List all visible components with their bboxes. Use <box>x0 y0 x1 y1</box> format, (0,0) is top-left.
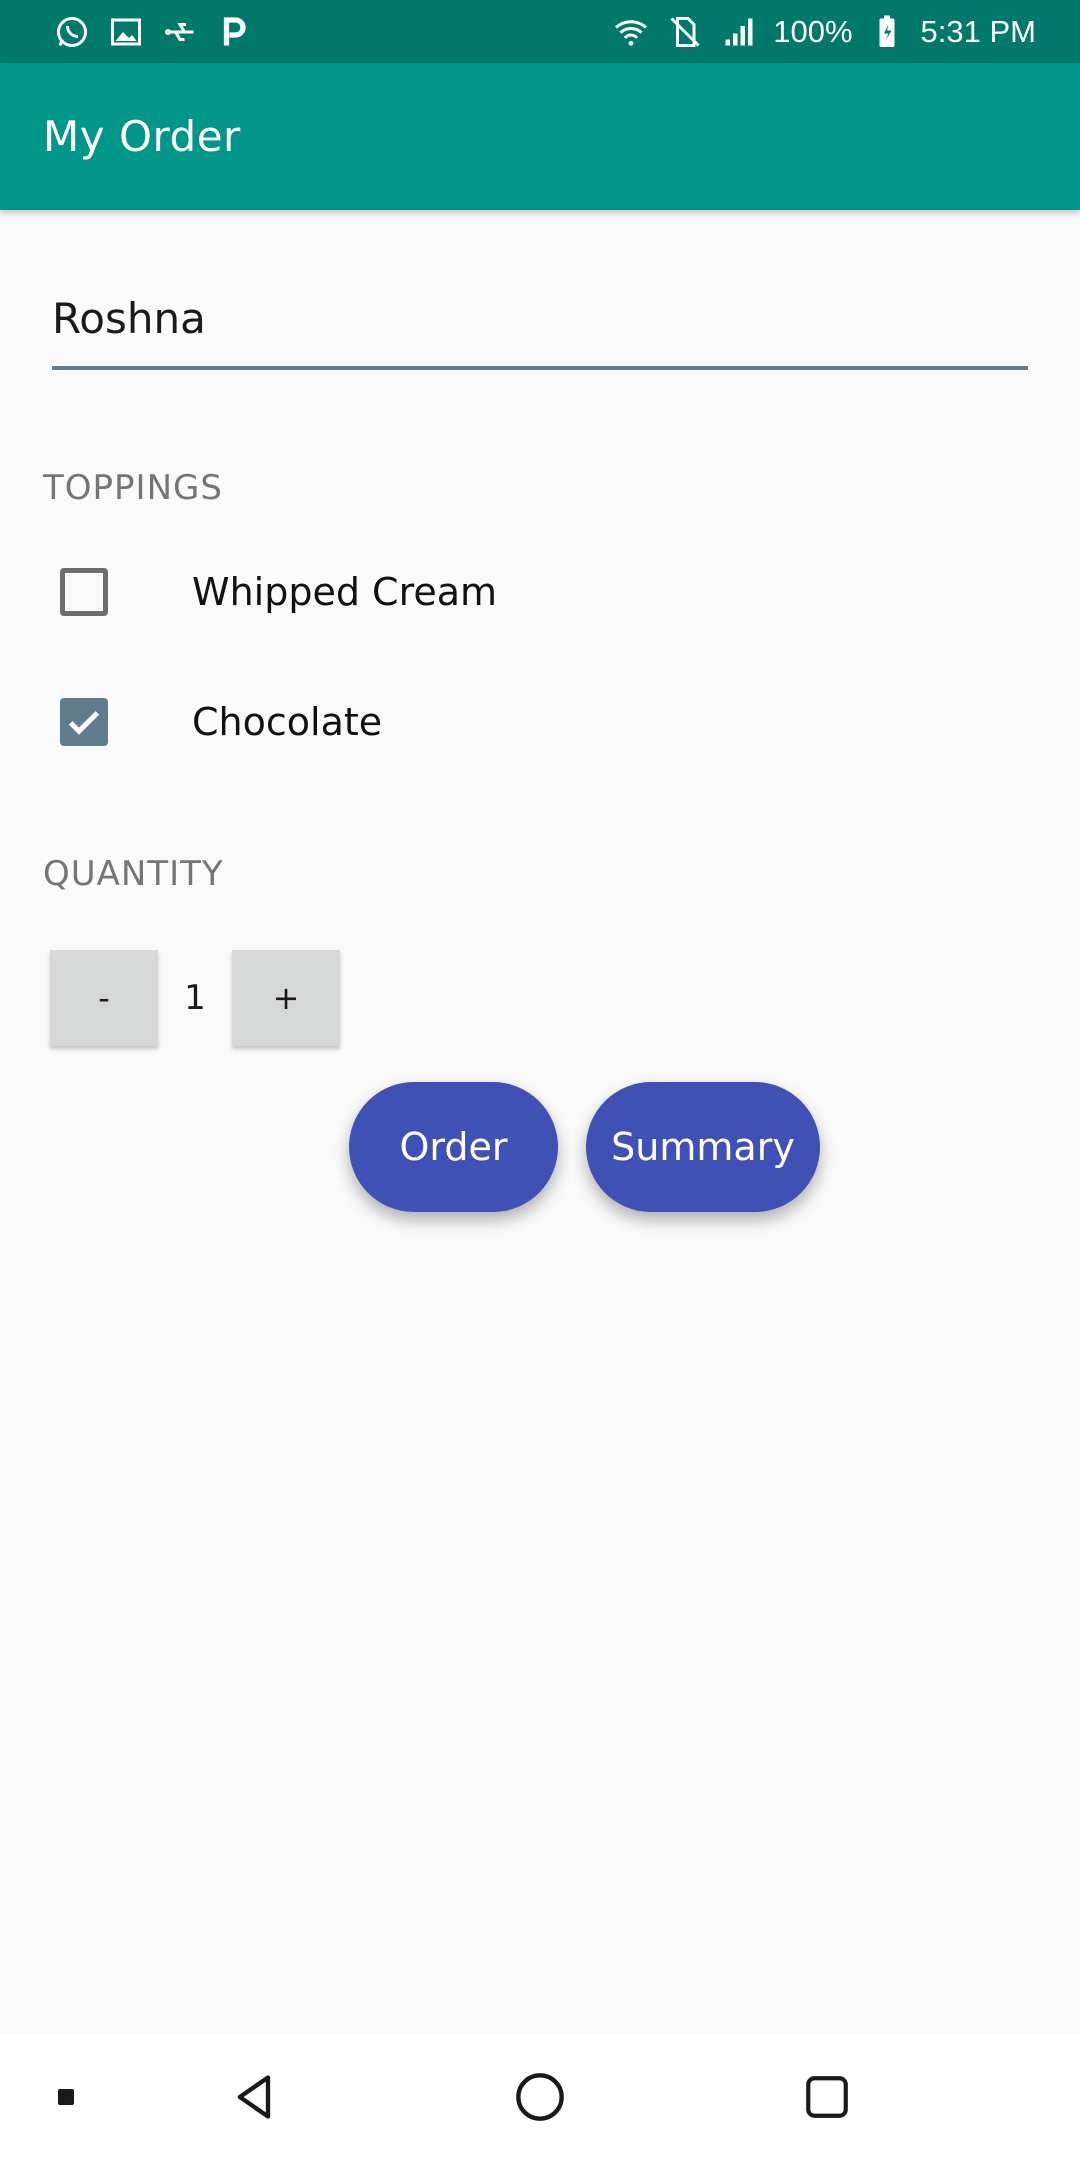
checkbox-row-chocolate[interactable]: Chocolate <box>43 672 382 772</box>
quantity-stepper: - 1 + <box>50 950 340 1046</box>
chocolate-label[interactable]: Chocolate <box>192 700 382 744</box>
wifi-icon <box>611 12 651 52</box>
status-bar-notifications <box>52 12 254 52</box>
checkbox-row-whipped-cream[interactable]: Whipped Cream <box>43 542 497 642</box>
whatsapp-icon <box>52 12 92 52</box>
chocolate-checkbox[interactable] <box>60 698 108 746</box>
recent-dot-icon[interactable] <box>36 2033 96 2160</box>
page-title: My Order <box>43 112 241 161</box>
quantity-value: 1 <box>184 978 206 1018</box>
checkmark-icon <box>68 711 100 735</box>
whipped-cream-label[interactable]: Whipped Cream <box>192 570 497 614</box>
parking-icon <box>214 12 254 52</box>
overview-icon[interactable] <box>787 2033 867 2160</box>
back-icon[interactable] <box>215 2033 295 2160</box>
navigation-bar <box>0 2033 1080 2160</box>
name-input[interactable] <box>52 280 1028 370</box>
summary-button[interactable]: Summary <box>586 1082 820 1212</box>
order-button[interactable]: Order <box>349 1082 558 1212</box>
decrement-button[interactable]: - <box>50 950 158 1046</box>
status-bar-system: 100% 5:31 PM <box>611 12 1036 52</box>
status-bar: 100% 5:31 PM <box>0 0 1080 63</box>
home-icon[interactable] <box>500 2033 580 2160</box>
battery-charging-icon <box>867 12 907 52</box>
signal-icon <box>719 12 759 52</box>
quantity-label: QUANTITY <box>43 854 224 894</box>
status-time: 5:31 PM <box>920 13 1036 49</box>
no-sim-icon <box>665 12 705 52</box>
increment-button[interactable]: + <box>232 950 340 1046</box>
toppings-label: TOPPINGS <box>43 468 223 508</box>
app-bar: My Order <box>0 63 1080 210</box>
usb-icon <box>160 12 200 52</box>
battery-percent: 100% <box>773 13 853 49</box>
image-icon <box>106 12 146 52</box>
whipped-cream-checkbox[interactable] <box>60 568 108 616</box>
